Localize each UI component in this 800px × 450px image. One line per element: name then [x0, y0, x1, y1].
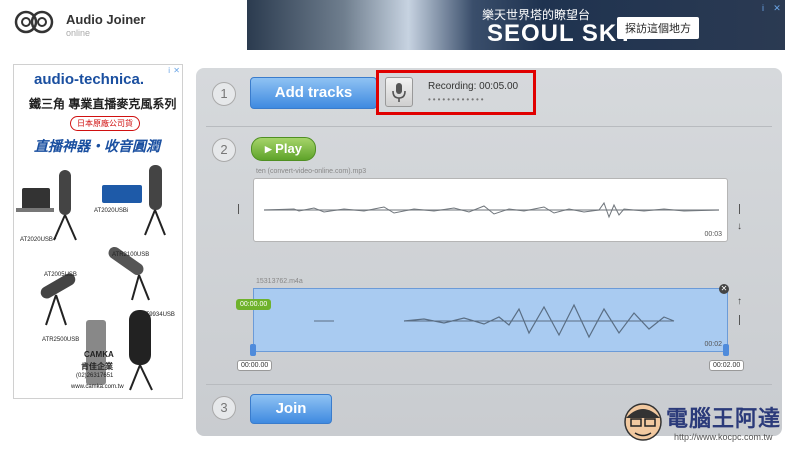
join-button[interactable]: Join: [250, 394, 332, 424]
track-2-start-marker[interactable]: [250, 344, 256, 356]
track-2-end-time: 00:02: [704, 341, 722, 348]
move-up-icon[interactable]: ↑: [737, 296, 742, 307]
track-2-start-time-box[interactable]: 00:00.00: [237, 360, 273, 371]
highlight-box: [376, 70, 536, 115]
side-ad[interactable]: audio-technica. 鐵三角 專業直播麥克風系列 日本原廠公司貨 直播…: [13, 64, 183, 399]
mascot-avatar-icon: [624, 403, 662, 441]
ad-camka-logo: CAMKA: [84, 350, 114, 359]
ad-visit-button[interactable]: 探訪這個地方: [617, 17, 699, 39]
ad-label-atr2500usb: ATR2500USB: [42, 337, 80, 343]
track-2-end-marker[interactable]: [723, 344, 729, 356]
ad-label-atr2100usb: ATR2100USB: [112, 252, 150, 258]
ad-label-at9934usb: AT9934USB: [142, 312, 175, 318]
app-status: online: [66, 28, 91, 38]
ad-info-icon[interactable]: i: [757, 2, 769, 14]
track-1-filename: ten (convert-video-online.com).mp3: [256, 168, 367, 175]
ad-company: 肯佳企業: [81, 362, 113, 371]
ad-url: www.camka.com.tw: [71, 384, 124, 390]
ad-title: SEOUL SKY: [487, 20, 635, 47]
ad-brand: audio-technica.: [34, 71, 145, 88]
step-divider: [206, 126, 772, 127]
ad-label-at2020usbi: AT2020USBi: [94, 208, 129, 214]
ad-line2: 直播神器・收音圓潤: [34, 138, 160, 154]
remove-track-close-icon[interactable]: ✕: [719, 284, 729, 294]
step-divider: [206, 384, 772, 385]
add-tracks-button[interactable]: Add tracks: [250, 77, 377, 109]
headphones-logo-icon: [14, 10, 54, 34]
step-3-number: 3: [212, 396, 236, 420]
step-1-number: 1: [212, 82, 236, 106]
track-2-start-badge: 00:00.00: [236, 299, 272, 310]
ad-label-at2005usb: AT2005USB: [44, 272, 77, 278]
ad-close-icon[interactable]: ✕: [173, 66, 180, 75]
ad-badge: 日本原廠公司貨: [70, 116, 140, 131]
audio-joiner-panel: 1 Add tracks Recording: 00:05.00 •••••••…: [196, 68, 782, 436]
track-2-filename: 15313762.m4a: [256, 278, 303, 285]
waveform-graphic: [314, 303, 675, 339]
ad-line1: 鐵三角 專業直播麥克風系列: [29, 97, 177, 111]
track-1-right-handle[interactable]: [739, 204, 740, 214]
ad-info-icon[interactable]: i: [168, 66, 170, 75]
kocpc-watermark: 電腦王阿達 http://www.kocpc.com.tw: [616, 396, 800, 450]
play-button[interactable]: ▸ Play: [251, 137, 316, 161]
top-banner-ad[interactable]: 樂天世界塔的瞭望台 SEOUL SKY 探訪這個地方 i ✕: [247, 0, 785, 50]
track-2-waveform[interactable]: 00:02: [253, 288, 728, 352]
ad-phone: (02)26317651: [76, 373, 114, 379]
ad-label-at2020usbplus: AT2020USB+: [20, 237, 57, 243]
app-title: Audio Joiner: [66, 12, 146, 27]
watermark-url: http://www.kocpc.com.tw: [674, 432, 773, 442]
track-1-end-time: 00:03: [704, 231, 722, 238]
step-2-number: 2: [212, 138, 236, 162]
track-2-end-time-box[interactable]: 00:02.00: [709, 360, 745, 371]
ad-close-icon[interactable]: ✕: [771, 2, 783, 14]
waveform-graphic: [263, 201, 720, 219]
track-1-left-handle[interactable]: [238, 204, 239, 214]
track-1-waveform[interactable]: 00:03: [253, 178, 728, 242]
watermark-text: 電腦王阿達: [666, 406, 782, 431]
track-2-right-handle[interactable]: [739, 315, 740, 325]
move-down-icon[interactable]: ↓: [737, 221, 742, 232]
